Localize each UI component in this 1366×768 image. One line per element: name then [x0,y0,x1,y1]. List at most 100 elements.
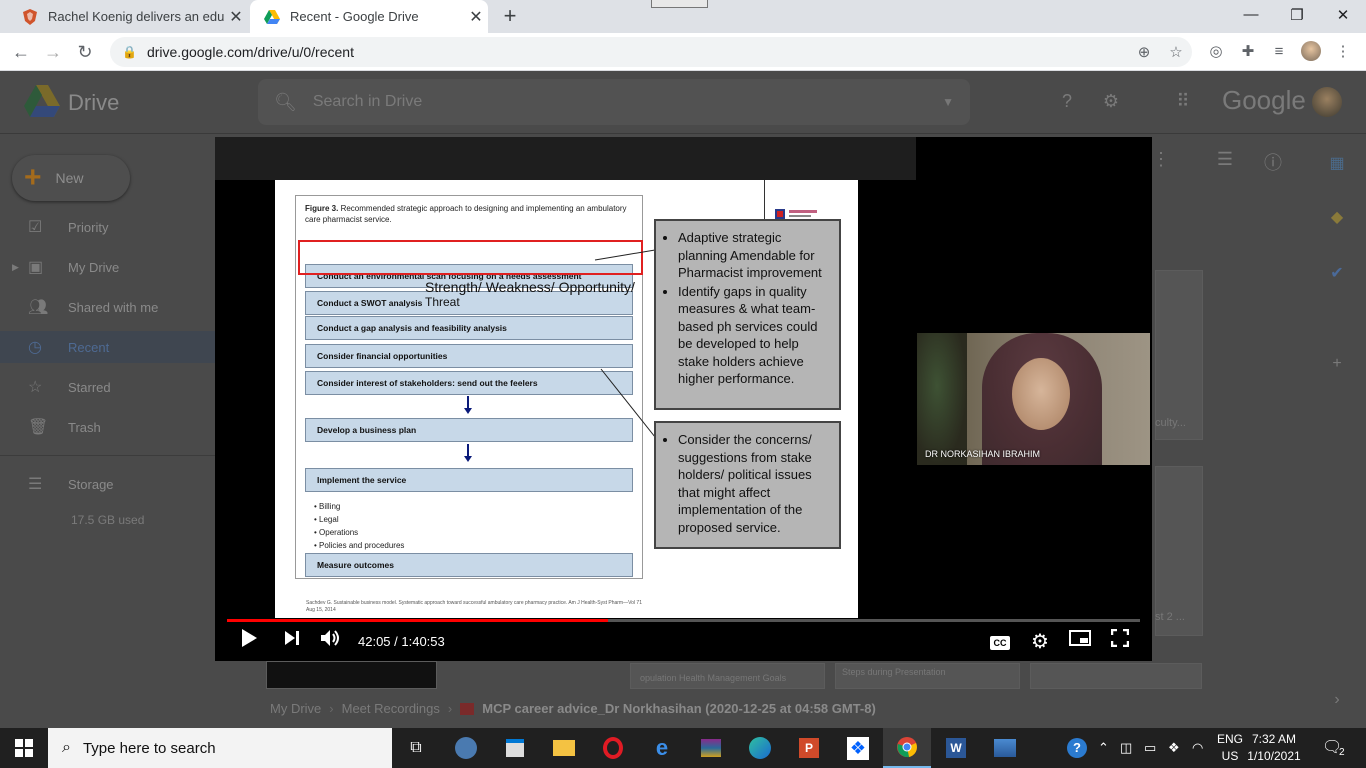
keep-addon-icon[interactable]: ◆ [1322,203,1352,233]
internet-explorer-icon[interactable]: e [638,728,686,768]
close-tab-icon[interactable]: ✕ [464,7,488,27]
search-icon: 🔍︎ [274,91,297,112]
battery-icon[interactable]: ▭ [1144,728,1156,768]
account-avatar[interactable] [1312,87,1342,117]
info-icon[interactable]: ⓘ [1261,149,1285,173]
browser-tab-1[interactable]: Rachel Koenig delivers an educat ✕ [8,0,248,33]
edge-icon[interactable] [736,728,784,768]
help-icon[interactable]: ? [1055,91,1079,115]
bookmark-star-icon[interactable]: ☆ [1160,43,1192,61]
extension-circle-icon[interactable]: ◎ [1205,41,1227,63]
file-explorer-icon[interactable] [540,728,588,768]
profile-avatar[interactable] [1300,41,1322,63]
sidebar-item-priority[interactable]: ☑ Priority [0,211,244,243]
photos-icon[interactable] [981,728,1029,768]
clock-date: 1/10/2021 [1247,749,1301,763]
storage-icon: ☰ [28,476,43,493]
google-drive-icon [264,9,280,25]
fullscreen-icon[interactable] [1106,628,1134,655]
expand-panel-icon[interactable]: › [1322,685,1352,715]
media-control-icon[interactable]: ≡ [1268,41,1290,63]
close-window-icon[interactable]: ✕ [1331,6,1355,26]
restore-icon[interactable]: ❐ [1285,6,1309,26]
breadcrumb-my-drive[interactable]: My Drive [270,701,321,716]
help-tray-icon[interactable]: ? [1067,728,1087,768]
back-icon[interactable]: ← [10,41,32,63]
globe-app-icon[interactable] [442,728,490,768]
sidebar-item-starred[interactable]: ☆ Starred [0,371,244,403]
winrar-icon[interactable] [687,728,735,768]
callout-bullet: Consider the concerns/ suggestions from … [678,431,829,536]
language-indicator[interactable]: ENG US [1217,731,1243,765]
file-card-caption: Steps during Presentation [842,667,946,677]
settings-gear-icon[interactable]: ⚙ [1099,91,1123,115]
add-addon-icon[interactable]: + [1322,349,1352,379]
new-button[interactable]: + New [12,155,130,201]
video-time-display: 42:05 / 1:40:53 [358,634,445,649]
miniplayer-icon[interactable] [1066,629,1094,655]
sidebar-item-shared[interactable]: 👥︎ Shared with me [0,291,244,323]
tasks-addon-icon[interactable]: ✔ [1322,259,1352,289]
sidebar-item-storage[interactable]: ☰ Storage [0,468,244,500]
list-view-icon[interactable]: ☰ [1213,149,1237,173]
sidebar-item-label: Recent [68,339,110,355]
settings-gear-icon[interactable]: ⚙ [1026,629,1054,655]
taskbar-clock[interactable]: 7:32 AM 1/10/2021 [1244,731,1304,765]
captions-icon[interactable]: CC [986,629,1014,655]
volume-icon[interactable] [317,629,345,655]
next-video-icon[interactable] [278,629,306,655]
reload-icon[interactable]: ↻ [74,41,96,63]
chrome-icon[interactable] [883,728,931,768]
sidebar-item-label: Starred [68,379,111,395]
tab-title: Recent - Google Drive [290,9,419,24]
sidebar-item-trash[interactable]: 🗑︎ Trash [0,411,244,443]
chevron-right-icon: › [447,701,453,716]
close-tab-icon[interactable]: ✕ [224,7,248,27]
task-view-icon[interactable]: ⧉ [392,728,440,768]
opera-icon[interactable] [589,728,637,768]
minimize-icon[interactable]: — [1239,6,1263,26]
breadcrumb-current-file: MCP career advice_Dr Norkhasihan (2020-1… [482,701,876,716]
clock-time: 7:32 AM [1251,732,1297,746]
address-bar[interactable]: 🔒 drive.google.com/drive/u/0/recent ⊕ ☆ [110,37,1192,67]
word-icon[interactable]: W [932,728,980,768]
chrome-menu-icon[interactable]: ⋮ [1332,41,1354,63]
drive-logo-icon[interactable] [24,85,60,117]
sidebar-item-recent[interactable]: ◷ Recent [0,331,244,363]
video-progress-fill [227,619,608,622]
video-progress-bar[interactable] [227,619,1140,622]
file-card[interactable] [1030,663,1202,689]
apps-grid-icon[interactable]: ⠿ [1171,91,1195,115]
video-player[interactable]: Figure 3. Recommended strategic approach… [215,137,1152,661]
windows-start-icon[interactable] [0,728,48,768]
my-drive-icon: ▣ [28,259,44,276]
forward-icon[interactable]: → [42,41,64,63]
people-icon: 👥︎ [28,299,49,316]
dropbox-tray-icon[interactable]: ❖ [1168,728,1180,768]
file-card[interactable] [1155,270,1203,440]
add-shortcut-icon[interactable]: ⊕ [1128,43,1160,61]
search-options-icon[interactable]: ▼ [942,95,954,109]
expand-caret-icon[interactable]: ▶ [12,262,19,273]
powerpoint-icon[interactable]: P [785,728,833,768]
new-tab-button[interactable]: + [498,5,522,29]
sidebar-item-my-drive[interactable]: ▶ ▣ My Drive [0,251,244,283]
calendar-addon-icon[interactable]: ▦ [1322,149,1352,179]
video-file-icon [460,702,475,715]
browser-tab-2[interactable]: Recent - Google Drive ✕ [250,0,488,33]
play-icon[interactable] [235,629,263,655]
taskbar-search-input[interactable]: ⌕ Type here to search [48,728,392,768]
extensions-puzzle-icon[interactable]: ✚ [1237,41,1259,63]
drive-search-input[interactable]: 🔍︎ Search in Drive ▼ [258,79,970,125]
dropbox-icon[interactable]: ❖ [834,728,882,768]
webcam-tray-icon[interactable]: ◫ [1120,728,1132,768]
more-options-icon[interactable]: ⋮ [1149,149,1173,173]
file-card[interactable] [266,661,437,689]
speaker-name: DR NORKASIHAN IBRAHIM [925,449,1041,459]
breadcrumb-meet-recordings[interactable]: Meet Recordings [342,701,440,716]
speaker-webcam: DR NORKASIHAN IBRAHIM [917,333,1150,465]
store-icon[interactable] [491,728,539,768]
wifi-icon[interactable]: ◠ [1192,728,1203,768]
sidebar-divider [0,455,244,456]
chevron-up-icon[interactable]: ⌃ [1098,728,1109,768]
